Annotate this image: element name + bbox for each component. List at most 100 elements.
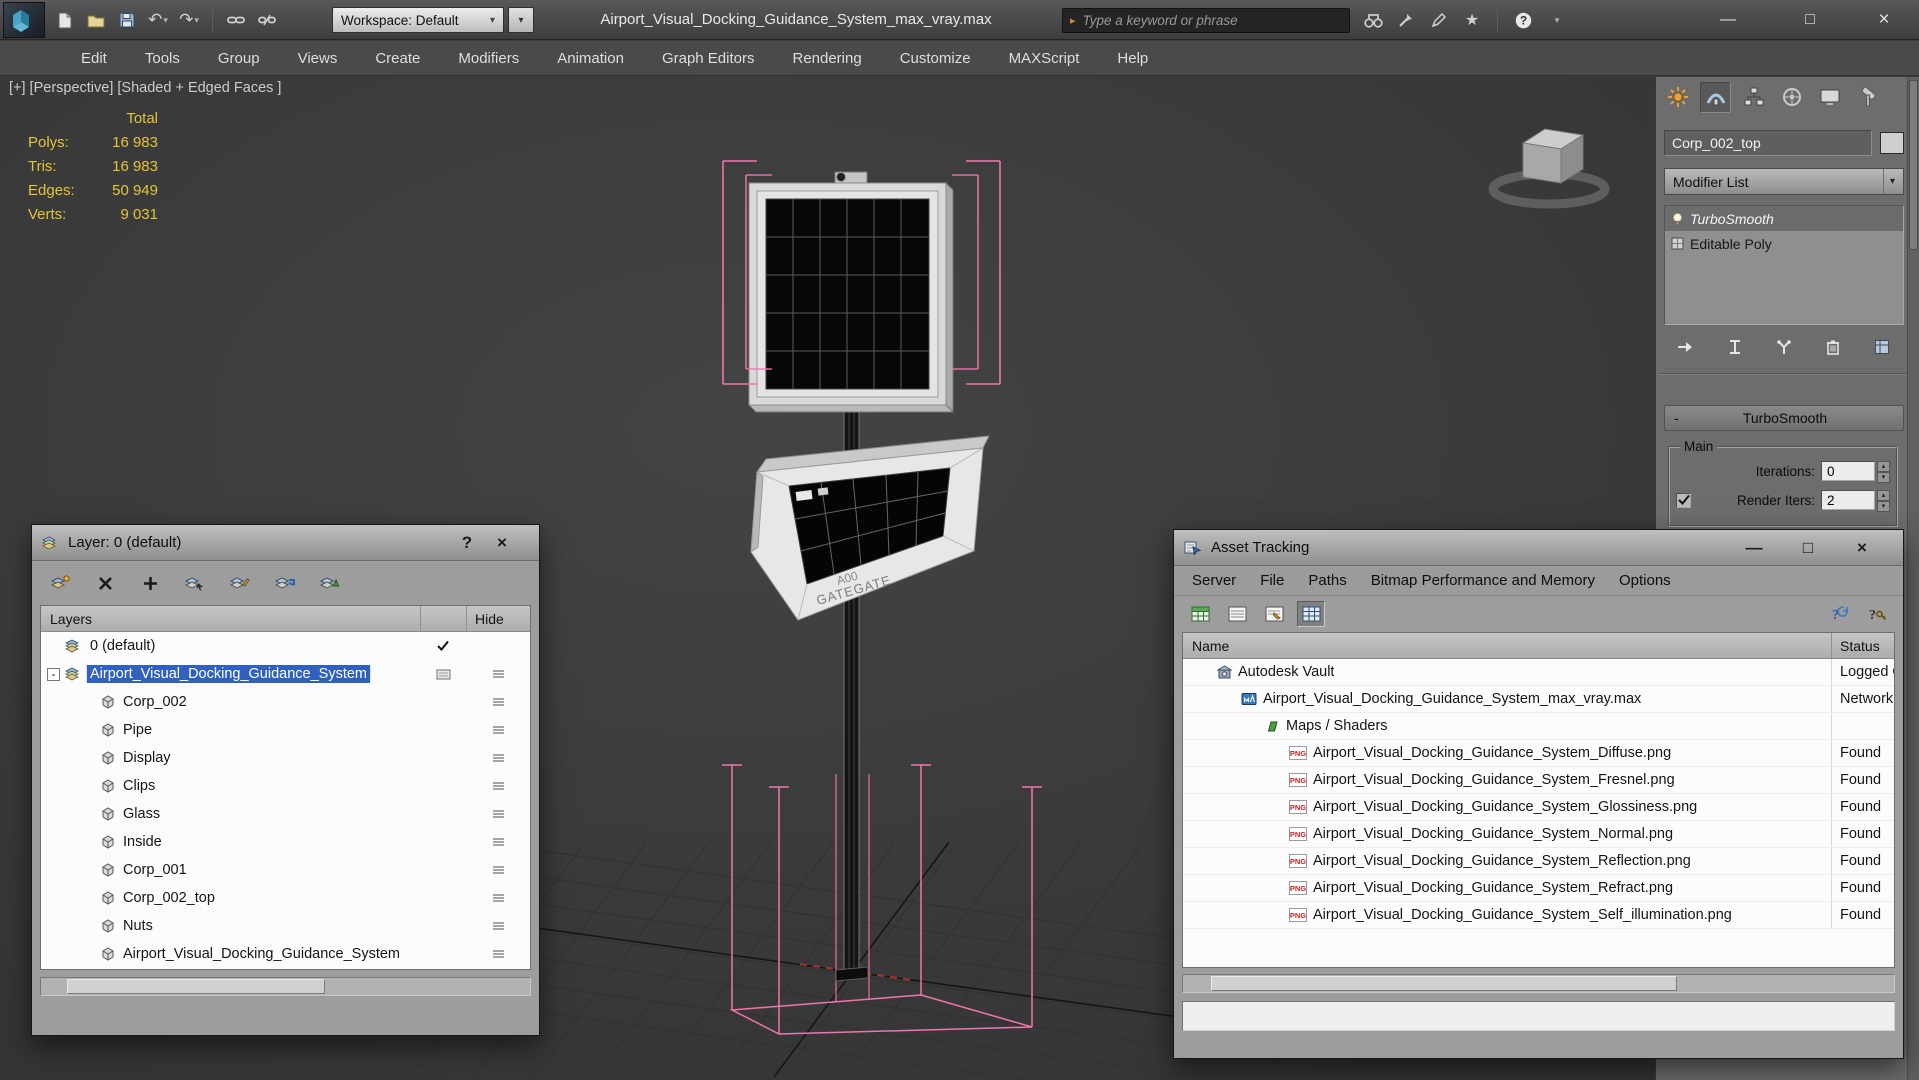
make-unique-button[interactable] <box>1770 334 1798 360</box>
collapse-toggle[interactable]: - <box>47 667 60 681</box>
modifier-list-dropdown[interactable]: Modifier List ▾ <box>1664 168 1904 195</box>
undo-dropdown-icon[interactable]: ▾ <box>163 15 168 26</box>
layer-row[interactable]: 0 (default) <box>41 632 530 660</box>
asset-row[interactable]: Maps / Shaders <box>1183 713 1894 740</box>
undo-button[interactable]: ↶ ▾ <box>145 6 171 34</box>
layer-list-header[interactable]: Layers Hide <box>41 606 530 632</box>
object-name-field[interactable]: Corp_002_top <box>1664 130 1872 156</box>
menu-help[interactable]: Help <box>1098 41 1167 76</box>
tab-display-icon[interactable] <box>1814 82 1845 113</box>
layer-dialog-hscrollbar[interactable] <box>40 977 531 996</box>
layer-row[interactable]: Clips <box>41 772 530 800</box>
asset-menu-bitmap-performance-and-memory[interactable]: Bitmap Performance and Memory <box>1359 572 1607 589</box>
asset-row[interactable]: PNG Airport_Visual_Docking_Guidance_Syste… <box>1183 794 1894 821</box>
scrollbar-thumb[interactable] <box>67 979 325 994</box>
edit-paths-button[interactable] <box>1260 601 1288 627</box>
modifier-stack[interactable]: TurboSmooth Editable Poly <box>1664 205 1904 325</box>
layer-row[interactable]: Glass <box>41 800 530 828</box>
favorites-star-button[interactable]: ★ <box>1459 6 1485 34</box>
tab-motion-icon[interactable] <box>1776 82 1807 113</box>
column-hide[interactable]: Hide <box>466 606 530 631</box>
set-current-layer-button[interactable] <box>226 570 254 596</box>
tab-create-icon[interactable] <box>1662 82 1693 113</box>
rollout-collapse-icon[interactable]: - <box>1674 410 1690 426</box>
pin-stack-button[interactable] <box>1672 334 1700 360</box>
layer-row[interactable]: Corp_001 <box>41 856 530 884</box>
hide-cell[interactable] <box>466 753 530 763</box>
tab-modify-icon[interactable] <box>1700 81 1731 113</box>
hide-cell[interactable] <box>466 809 530 819</box>
minimize-button[interactable]: — <box>1700 0 1756 40</box>
tab-utilities-icon[interactable] <box>1852 82 1883 113</box>
configure-modifier-sets-button[interactable] <box>1868 334 1896 360</box>
hide-cell[interactable] <box>466 697 530 707</box>
menu-animation[interactable]: Animation <box>538 41 643 76</box>
asset-dialog-close-button[interactable]: × <box>1849 538 1875 558</box>
scrollbar-thumb[interactable] <box>1909 80 1918 250</box>
highlight-selected-layers-button[interactable] <box>271 570 299 596</box>
asset-menu-server[interactable]: Server <box>1180 572 1248 589</box>
help-dropdown-icon[interactable]: ▾ <box>1544 6 1570 34</box>
column-current[interactable] <box>420 606 466 631</box>
hide-cell[interactable] <box>466 921 530 931</box>
hide-cell[interactable] <box>466 893 530 903</box>
menu-customize[interactable]: Customize <box>881 41 990 76</box>
save-file-button[interactable] <box>114 6 140 34</box>
current-layer-cell[interactable] <box>420 669 466 680</box>
checkbox-checked[interactable] <box>1676 492 1691 508</box>
layer-row[interactable]: Corp_002_top <box>41 884 530 912</box>
layer-row[interactable]: Airport_Visual_Docking_Guidance_System <box>41 940 530 968</box>
layer-row[interactable]: Inside <box>41 828 530 856</box>
hide-freeze-toggle-button[interactable] <box>316 570 344 596</box>
open-file-button[interactable] <box>83 6 109 34</box>
value-field[interactable]: 0 <box>1821 461 1875 481</box>
asset-menu-paths[interactable]: Paths <box>1296 572 1358 589</box>
hide-cell[interactable] <box>466 669 530 679</box>
menu-tools[interactable]: Tools <box>126 41 199 76</box>
remove-modifier-button[interactable] <box>1819 334 1847 360</box>
layer-row[interactable]: - Airport_Visual_Docking_Guidance_System <box>41 660 530 688</box>
asset-row[interactable]: PNG Airport_Visual_Docking_Guidance_Syste… <box>1183 740 1894 767</box>
hide-cell[interactable] <box>466 725 530 735</box>
layer-row[interactable]: Display <box>41 744 530 772</box>
menu-views[interactable]: Views <box>279 41 357 76</box>
hide-cell[interactable] <box>466 837 530 847</box>
help-key-button[interactable]: ? <box>1863 601 1891 627</box>
layer-row[interactable]: Corp_002 <box>41 688 530 716</box>
hide-cell[interactable] <box>466 781 530 791</box>
refresh-table-button[interactable] <box>1186 601 1214 627</box>
viewcube[interactable] <box>1488 128 1610 209</box>
asset-row[interactable]: Autodesk Vault Logged Out <box>1183 659 1894 686</box>
asset-row[interactable]: PNG Airport_Visual_Docking_Guidance_Syste… <box>1183 767 1894 794</box>
menu-create[interactable]: Create <box>356 41 439 76</box>
help-refresh-button[interactable]: ? <box>1826 601 1854 627</box>
layer-dialog-close-button[interactable]: × <box>489 533 515 553</box>
hide-cell[interactable] <box>466 949 530 959</box>
rollout-turbosmooth-header[interactable]: - TurboSmooth <box>1664 405 1904 431</box>
menu-group[interactable]: Group <box>199 41 279 76</box>
redo-button[interactable]: ↷ ▾ <box>176 6 202 34</box>
asset-row[interactable]: PNG Airport_Visual_Docking_Guidance_Syste… <box>1183 821 1894 848</box>
table-view-button[interactable] <box>1297 601 1325 627</box>
hide-cell[interactable] <box>466 865 530 875</box>
menu-edit[interactable]: Edit <box>62 41 126 76</box>
tools-wrench-button[interactable] <box>1393 6 1419 34</box>
modifier-stack-item[interactable]: TurboSmooth <box>1665 206 1903 231</box>
delete-layer-button[interactable] <box>91 570 119 596</box>
unlink-selection-button[interactable] <box>254 6 280 34</box>
help-button[interactable]: ? <box>1510 6 1536 34</box>
viewport-label[interactable]: [+] [Perspective] [Shaded + Edged Faces … <box>9 80 281 96</box>
asset-row[interactable]: Airport_Visual_Docking_Guidance_System_m… <box>1183 686 1894 713</box>
asset-row[interactable]: PNG Airport_Visual_Docking_Guidance_Syste… <box>1183 848 1894 875</box>
tab-hierarchy-icon[interactable] <box>1738 82 1769 113</box>
column-layers[interactable]: Layers <box>41 611 420 627</box>
modifier-stack-item[interactable]: Editable Poly <box>1665 231 1903 256</box>
layer-row[interactable]: Nuts <box>41 912 530 940</box>
search-input[interactable]: ▸ Type a keyword or phrase <box>1062 8 1350 33</box>
workspace-menu-button[interactable]: ▾ <box>508 7 534 33</box>
pen-sign-button[interactable] <box>1426 6 1452 34</box>
menu-modifiers[interactable]: Modifiers <box>439 41 538 76</box>
layer-row[interactable]: Pipe <box>41 716 530 744</box>
value-field[interactable]: 2 <box>1821 490 1875 510</box>
column-name[interactable]: Name <box>1183 638 1831 654</box>
